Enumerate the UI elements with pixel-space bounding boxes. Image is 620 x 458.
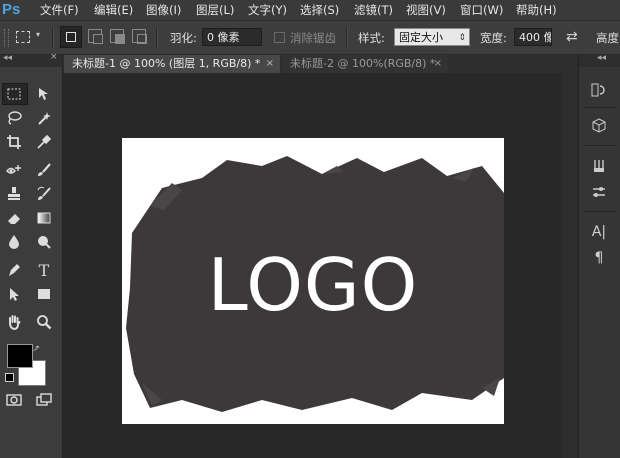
history-panel-icon[interactable] (587, 79, 611, 101)
eyedropper-tool-icon[interactable] (32, 131, 56, 153)
tools-panel: ◂◂ × T ⤻ (0, 52, 63, 458)
tab-document-2[interactable]: 未标题-2 @ 100%(RGB/8) * × (282, 55, 448, 73)
new-selection-button[interactable] (60, 26, 82, 48)
antialias-checkbox[interactable] (274, 32, 285, 43)
path-selection-tool-icon[interactable] (2, 283, 26, 305)
width-input[interactable]: 400 像 (514, 28, 552, 46)
dodge-tool-icon[interactable] (32, 231, 56, 253)
menu-select[interactable]: 选择(S) (300, 0, 339, 20)
divider (583, 107, 617, 108)
antialias-label: 消除锯齿 (290, 31, 336, 45)
divider (346, 27, 348, 48)
menu-layer[interactable]: 图层(L) (196, 0, 234, 20)
type-tool-icon[interactable]: T (32, 259, 56, 281)
tab-label: 未标题-2 @ 100%(RGB/8) * (290, 57, 436, 70)
3d-panel-icon[interactable] (587, 115, 611, 137)
panel-dock-header: ◂◂ (579, 53, 620, 67)
style-label: 样式: (358, 31, 385, 45)
canvas-vertical-scrollbar[interactable] (562, 73, 578, 458)
move-tool-icon[interactable] (32, 83, 56, 105)
menu-bar: Ps 文件(F) 编辑(E) 图像(I) 图层(L) 文字(Y) 选择(S) 滤… (0, 0, 620, 21)
rectangle-tool-icon[interactable] (32, 283, 56, 305)
gradient-tool-icon[interactable] (32, 207, 56, 229)
expand-panels-icon[interactable]: ◂◂ (597, 53, 606, 63)
menu-type[interactable]: 文字(Y) (248, 0, 287, 20)
tab-label: 未标题-1 @ 100% (图层 1, RGB/8) * (72, 57, 261, 70)
rectangular-marquee-tool-icon[interactable] (2, 83, 26, 105)
width-label: 宽度: (480, 31, 507, 45)
divider (52, 27, 54, 48)
height-label: 高度 (596, 31, 619, 45)
add-to-selection-button[interactable] (88, 29, 103, 44)
divider (156, 27, 158, 48)
intersect-selection-button[interactable] (132, 29, 147, 44)
close-icon[interactable]: × (50, 52, 58, 62)
paragraph-panel-icon[interactable]: ¶ (587, 247, 611, 269)
blur-tool-icon[interactable] (2, 231, 26, 253)
feather-label: 羽化: (170, 31, 197, 45)
screen-mode-icon[interactable] (32, 389, 56, 411)
tab-document-1[interactable]: 未标题-1 @ 100% (图层 1, RGB/8) * × (64, 55, 280, 73)
divider (583, 145, 617, 146)
collapse-icon[interactable]: ◂◂ (3, 53, 12, 63)
brush-tool-icon[interactable] (32, 159, 56, 181)
swap-dimensions-icon[interactable]: ⇄ (566, 29, 578, 45)
document-tab-strip: 未标题-1 @ 100% (图层 1, RGB/8) * × 未标题-2 @ 1… (0, 55, 620, 73)
character-panel-icon[interactable]: A| (587, 221, 611, 243)
subtract-selection-icon (115, 34, 125, 44)
menu-window[interactable]: 窗口(W) (460, 0, 503, 20)
clone-stamp-tool-icon[interactable] (2, 183, 26, 205)
logo-text: LOGO (207, 243, 419, 327)
history-brush-tool-icon[interactable] (32, 183, 56, 205)
close-icon[interactable]: × (266, 55, 274, 73)
menu-file[interactable]: 文件(F) (40, 0, 79, 20)
crop-tool-icon[interactable] (2, 131, 26, 153)
spot-healing-brush-tool-icon[interactable] (2, 159, 26, 181)
default-colors-icon[interactable] (5, 373, 14, 382)
pen-tool-icon[interactable] (2, 259, 26, 281)
photoshop-logo: Ps (2, 1, 21, 18)
eraser-tool-icon[interactable] (2, 207, 26, 229)
menu-filter[interactable]: 滤镜(T) (354, 0, 393, 20)
menu-help[interactable]: 帮助(H) (516, 0, 557, 20)
foreground-color-swatch[interactable] (7, 344, 33, 368)
style-select-value: 固定大小 (399, 31, 443, 44)
menu-image[interactable]: 图像(I) (146, 0, 181, 20)
hand-tool-icon[interactable] (2, 311, 26, 333)
panel-dock: ◂◂ A| ¶ (578, 53, 620, 458)
menu-edit[interactable]: 编辑(E) (94, 0, 133, 20)
add-selection-icon (93, 34, 103, 44)
feather-input[interactable]: 0 像素 (202, 28, 262, 46)
subtract-from-selection-button[interactable] (110, 29, 125, 44)
quick-mask-icon[interactable] (2, 389, 26, 411)
style-select[interactable]: 固定大小 ⇕ (394, 28, 470, 46)
document-canvas[interactable]: LOGO (122, 138, 504, 424)
brush-presets-panel-icon[interactable] (587, 155, 611, 177)
tool-presets-panel-icon[interactable] (587, 181, 611, 203)
updown-arrow-icon: ⇕ (458, 33, 466, 43)
marquee-preset-icon[interactable] (16, 31, 30, 43)
lasso-tool-icon[interactable] (2, 107, 26, 129)
grip-handle[interactable] (4, 29, 9, 47)
magic-wand-tool-icon[interactable] (32, 107, 56, 129)
intersect-selection-icon (137, 34, 147, 44)
chevron-down-icon[interactable]: ▾ (36, 30, 40, 39)
tools-panel-header: ◂◂ × (0, 52, 62, 67)
close-icon[interactable]: × (434, 55, 442, 73)
options-bar: ▾ 羽化: 0 像素 消除锯齿 样式: 固定大小 ⇕ 宽度: 400 像 ⇄ 高… (0, 21, 620, 55)
zoom-tool-icon[interactable] (32, 311, 56, 333)
menu-view[interactable]: 视图(V) (406, 0, 446, 20)
new-selection-icon (66, 32, 76, 42)
divider (583, 211, 617, 212)
